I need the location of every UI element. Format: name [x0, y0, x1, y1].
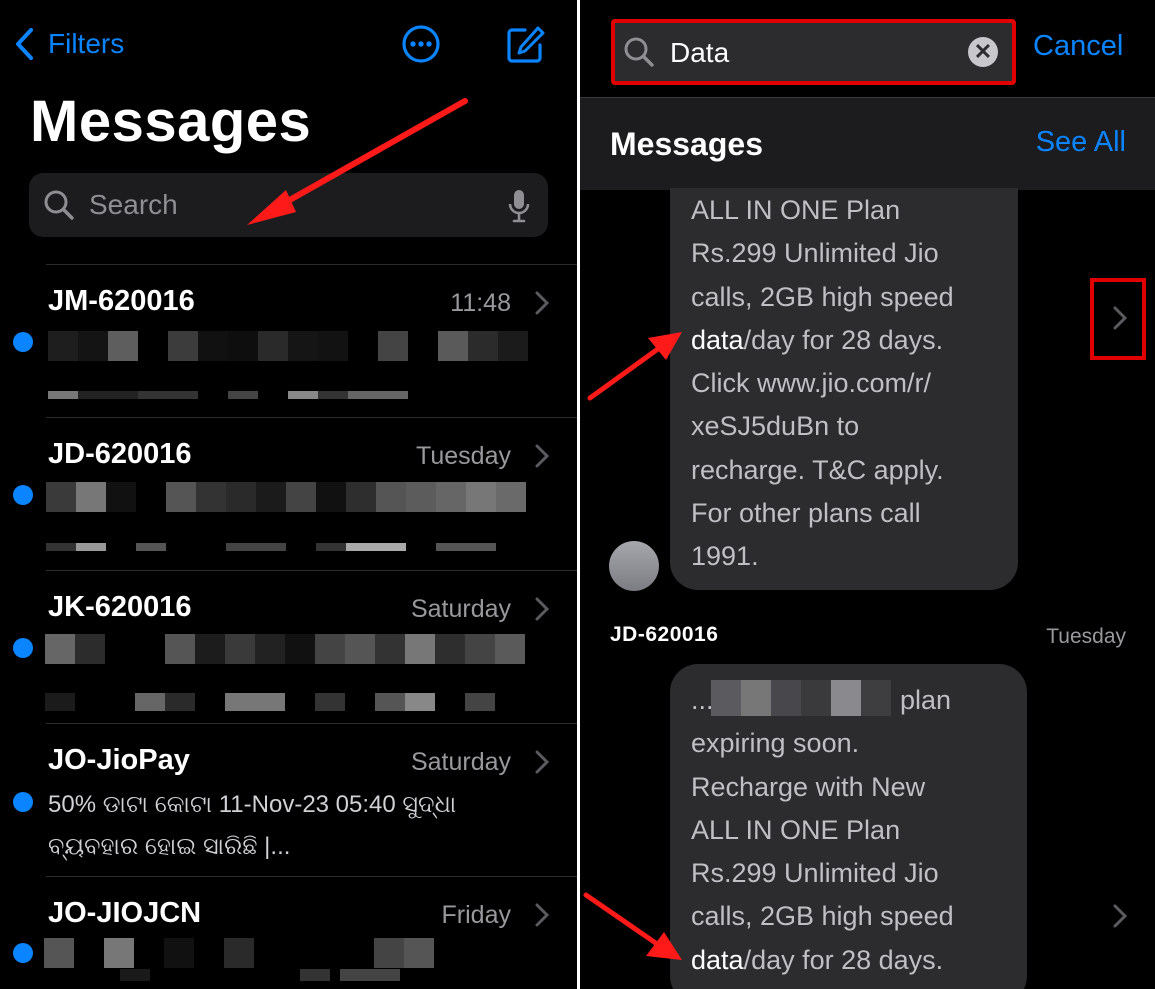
conversation-sender: JD-620016 — [48, 438, 192, 470]
pixelated-preview — [48, 331, 528, 361]
chevron-right-icon — [535, 291, 549, 315]
conversation-row[interactable]: JO-JioPay Saturday 50% ଡାଟା କୋଟା 11-Nov-… — [0, 724, 577, 877]
message-line: data/day for 28 days. — [691, 324, 944, 355]
compose-icon[interactable] — [505, 25, 545, 65]
pixelated-preview — [44, 938, 464, 968]
chevron-right-icon — [535, 903, 549, 927]
search-icon — [44, 190, 74, 220]
pixelated-text — [711, 680, 891, 716]
see-all-button[interactable]: See All — [1036, 126, 1126, 159]
conversation-time: Saturday — [410, 595, 511, 623]
message-line: calls, 2GB high speed — [691, 281, 954, 312]
search-input[interactable]: Data — [670, 37, 729, 69]
conversation-sender: JK-620016 — [48, 591, 192, 623]
results-section-header: Messages See All — [580, 98, 1155, 190]
conversation-row[interactable]: JK-620016 Saturday — [0, 571, 577, 724]
clear-icon[interactable]: ✕ — [968, 37, 998, 67]
pixelated-preview — [45, 693, 535, 711]
conversation-sender: JO-JIOJCN — [48, 897, 202, 929]
message-line: calls, 2GB high speed — [691, 901, 954, 932]
search-bar[interactable] — [29, 173, 548, 237]
chevron-right-icon[interactable] — [1113, 904, 1127, 928]
conversation-time: Friday — [441, 901, 511, 929]
conversation-preview: 50% ଡାଟା କୋଟା 11-Nov-23 05:40 ସୁଦ୍ଧା ବ୍ୟ… — [48, 791, 457, 860]
conversation-time: Tuesday — [416, 442, 511, 470]
conversation-sender: JO-JioPay — [48, 744, 190, 776]
unread-indicator — [13, 792, 33, 812]
message-line: data/day for 28 days. — [691, 944, 944, 975]
message-line: ... plan — [691, 679, 1009, 722]
conversation-row[interactable]: JD-620016 Tuesday — [0, 418, 577, 571]
page-title: Messages — [30, 89, 312, 154]
avatar — [609, 541, 659, 591]
message-line: 1991. — [691, 541, 759, 572]
conversation-time: 11:48 — [450, 289, 511, 317]
conversation-time: Saturday — [410, 748, 511, 776]
message-line: Rs.299 Unlimited Jio — [691, 858, 939, 889]
chevron-right-icon — [535, 750, 549, 774]
unread-indicator — [13, 638, 33, 658]
filters-back-button[interactable]: Filters — [14, 24, 124, 64]
message-line: expiring soon. — [691, 728, 860, 759]
search-match: data — [691, 944, 744, 975]
message-line: Click www.jio.com/r/ — [691, 368, 932, 399]
conversation-row[interactable]: JO-JIOJCN Friday — [0, 877, 577, 989]
message-line: xeSJ5duBn to — [691, 411, 860, 442]
message-line: Rs.299 Unlimited Jio — [691, 238, 939, 269]
message-line: ALL IN ONE Plan — [691, 814, 901, 845]
cancel-button[interactable]: Cancel — [1033, 30, 1123, 63]
message-bubble[interactable]: ALL IN ONE Plan Rs.299 Unlimited Jio cal… — [670, 188, 1018, 590]
microphone-icon[interactable] — [508, 189, 530, 223]
message-line: Recharge with New — [691, 771, 926, 802]
conversation-sender: JM-620016 — [48, 285, 195, 317]
search-results-screen: Data ✕ Cancel Messages See All ALL IN ON… — [580, 0, 1155, 989]
result-time: Tuesday — [1046, 625, 1126, 648]
more-options-icon[interactable] — [401, 24, 441, 64]
chevron-left-icon — [16, 28, 33, 60]
pixelated-preview — [46, 482, 526, 512]
conversation-row[interactable]: JM-620016 11:48 — [0, 265, 577, 418]
result-sender: JD-620016 — [610, 623, 719, 646]
message-bubble[interactable]: ... plan expiring soon. Recharge with Ne… — [670, 664, 1027, 989]
message-line: ALL IN ONE Plan — [691, 195, 901, 225]
unread-indicator — [13, 485, 33, 505]
pixelated-preview — [46, 543, 526, 551]
message-line: For other plans call — [691, 498, 921, 529]
message-line: recharge. T&C apply. — [691, 454, 944, 485]
pixelated-preview — [48, 391, 408, 399]
unread-indicator — [13, 332, 33, 352]
search-match: data — [691, 324, 744, 355]
search-icon — [624, 37, 654, 67]
pixelated-preview — [45, 634, 525, 664]
highlight-box — [1090, 278, 1146, 360]
chevron-right-icon — [535, 444, 549, 468]
pixelated-preview — [110, 969, 540, 981]
unread-indicator — [13, 943, 33, 963]
conversation-list-screen: Filters Messages JM-620016 11:48 — [0, 0, 577, 989]
section-title: Messages — [610, 126, 763, 162]
filters-label: Filters — [48, 28, 125, 59]
chevron-right-icon — [535, 597, 549, 621]
search-input[interactable] — [87, 188, 491, 222]
search-bar[interactable]: Data ✕ — [611, 19, 1016, 85]
